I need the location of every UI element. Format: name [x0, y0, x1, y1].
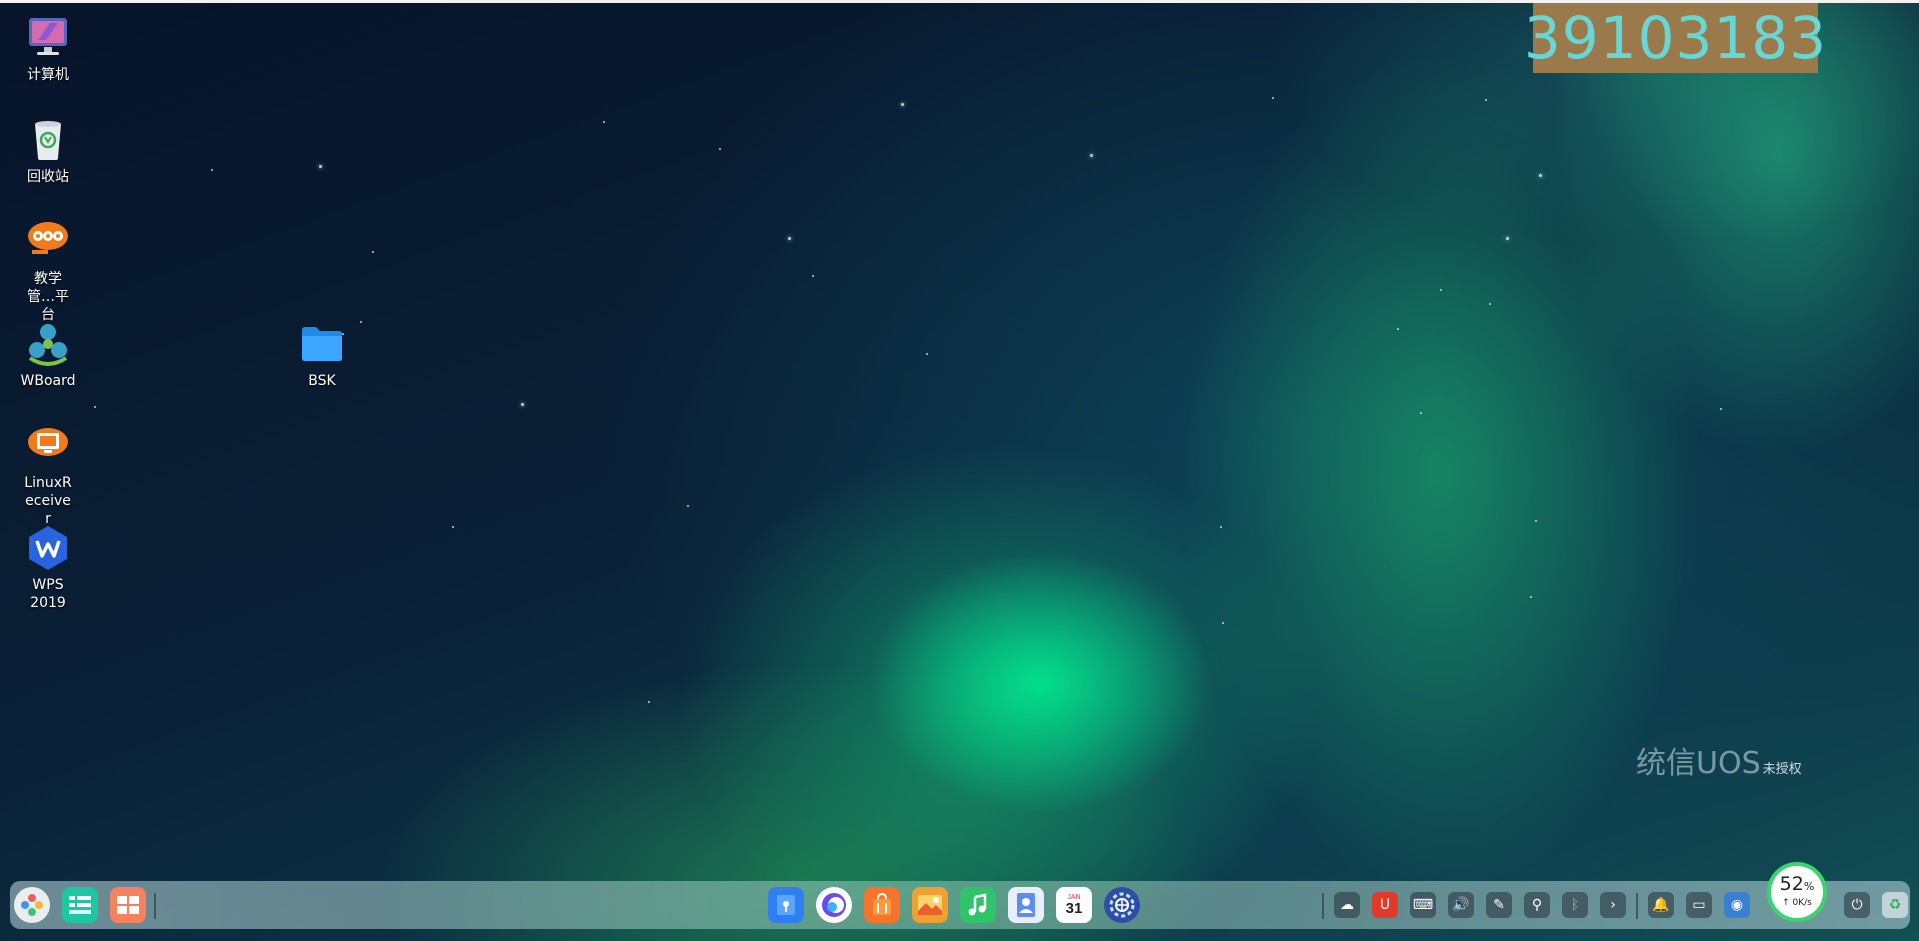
- desktop-icon-folder-bsk[interactable]: BSK: [282, 320, 362, 390]
- image-viewer-icon[interactable]: [912, 887, 948, 923]
- usb-icon[interactable]: ⚲: [1524, 892, 1550, 918]
- desktop-icon-wboard[interactable]: WBoard: [8, 320, 88, 390]
- linux-receiver-icon: [24, 422, 72, 470]
- multitask-view-icon[interactable]: [62, 887, 98, 923]
- activation-status: 未授权: [1762, 762, 1802, 777]
- folder-icon: [298, 320, 346, 368]
- workspace-icon[interactable]: [110, 887, 146, 923]
- calendar-icon[interactable]: JAN 31: [1056, 887, 1092, 923]
- network-icon[interactable]: ◉: [1724, 892, 1750, 918]
- dock-separator-right: [1636, 893, 1638, 919]
- desktop-icon-trash[interactable]: 回收站: [8, 116, 88, 186]
- file-manager-icon[interactable]: [768, 887, 804, 923]
- keyboard-icon[interactable]: ⌨: [1410, 892, 1436, 918]
- net-speed-widget[interactable]: 52% ↑ 0K/s: [1767, 862, 1827, 922]
- contacts-icon[interactable]: [1008, 887, 1044, 923]
- trash-icon: [24, 116, 72, 164]
- trash-dock-icon[interactable]: ♻: [1882, 892, 1908, 918]
- uos-logo-text: 统信UOS: [1636, 746, 1761, 781]
- net-widget-percent: 52%: [1779, 873, 1815, 895]
- net-widget-rate: ↑ 0K/s: [1782, 898, 1812, 908]
- settings-icon[interactable]: [1104, 887, 1140, 923]
- wboard-icon: [24, 320, 72, 368]
- browser-icon[interactable]: [816, 887, 852, 923]
- computer-label: 计算机: [27, 67, 69, 83]
- cloud-icon[interactable]: ☁: [1334, 892, 1360, 918]
- folder-label: BSK: [308, 373, 336, 389]
- wps-icon: [24, 524, 72, 572]
- dock-separator-tray: [1322, 893, 1324, 919]
- launcher-icon[interactable]: [14, 887, 50, 923]
- power-icon[interactable]: ⏻: [1844, 892, 1870, 918]
- wps-label: WPS 2019: [30, 577, 66, 611]
- music-icon[interactable]: [960, 887, 996, 923]
- desktop-wallpaper: [0, 3, 1919, 941]
- expand-arrow-icon[interactable]: ›: [1600, 892, 1626, 918]
- app-store-icon[interactable]: [864, 887, 900, 923]
- calendar-day: 31: [1065, 900, 1083, 917]
- teaching-platform-label: 教学管…平台: [27, 271, 69, 323]
- dock-separator-left: [154, 893, 156, 919]
- computer-icon: [24, 14, 72, 62]
- watermark-number: 39103183: [1523, 4, 1828, 72]
- watermark-box: 39103183: [1524, 3, 1826, 73]
- desktop-icon-wps[interactable]: WPS 2019: [8, 524, 88, 612]
- trash-label: 回收站: [27, 169, 69, 185]
- bluetooth-icon[interactable]: ᛒ: [1562, 892, 1588, 918]
- uos-brand-mark: 统信UOS 未授权: [1636, 738, 1802, 782]
- magnet-icon[interactable]: U: [1372, 892, 1398, 918]
- desktop-icon-linux-receiver[interactable]: LinuxReceiver: [8, 422, 88, 528]
- notification-icon[interactable]: 🔔: [1648, 892, 1674, 918]
- pen-icon[interactable]: ✎: [1486, 892, 1512, 918]
- desktop-icon-teaching-platform[interactable]: 教学管…平台: [8, 218, 88, 324]
- screen-icon[interactable]: ▭: [1686, 892, 1712, 918]
- dock: JAN 31 ☁ U ⌨ 🔊 ✎ ⚲ ᛒ › 🔔 ▭ ◉ ⏻ ♻: [10, 881, 1910, 929]
- linux-receiver-label: LinuxReceiver: [24, 475, 72, 527]
- wboard-label: WBoard: [20, 373, 76, 389]
- teaching-platform-icon: [24, 218, 72, 266]
- desktop-icon-computer[interactable]: 计算机: [8, 14, 88, 84]
- volume-icon[interactable]: 🔊: [1448, 892, 1474, 918]
